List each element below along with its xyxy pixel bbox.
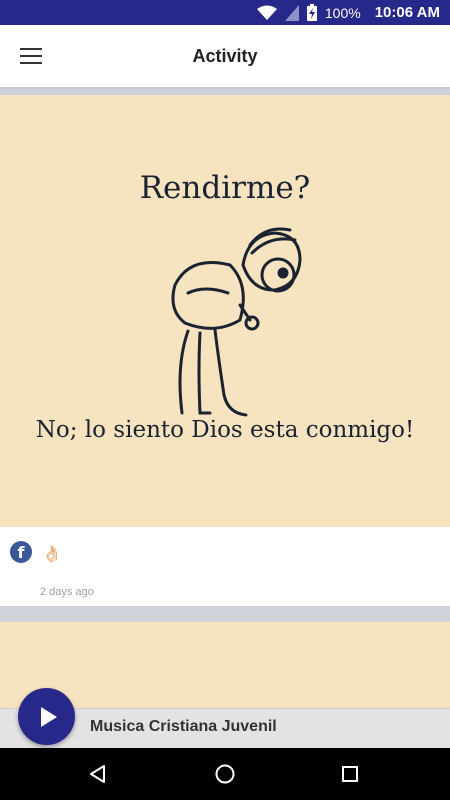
- image-caption-top: Rendirme?: [139, 170, 311, 206]
- status-icons: 100% 10:06 AM: [256, 0, 440, 25]
- post-image[interactable]: Rendirme? No; lo siento Dios esta conmig…: [0, 95, 450, 527]
- menu-icon[interactable]: [20, 46, 42, 66]
- app-bar: Activity: [0, 25, 450, 87]
- status-bar: 100% 10:06 AM: [0, 0, 450, 25]
- wifi-icon: [256, 5, 277, 20]
- post-card[interactable]: f 👌🏻 2 days ago: [0, 527, 450, 606]
- play-icon: [41, 707, 57, 727]
- page-title: Activity: [192, 46, 258, 66]
- image-caption-bottom: No; lo siento Dios esta conmigo!: [35, 417, 415, 443]
- cartoon-figure-illustration: [171, 227, 302, 417]
- battery-charging-icon: [306, 4, 317, 21]
- back-icon[interactable]: [68, 748, 128, 800]
- signal-icon: [284, 4, 299, 21]
- recents-icon[interactable]: [320, 748, 380, 800]
- facebook-icon: f: [10, 541, 32, 563]
- post-timestamp: 2 days ago: [40, 586, 94, 598]
- home-icon[interactable]: [195, 748, 255, 800]
- battery-percent: 100%: [324, 4, 361, 21]
- clock: 10:06 AM: [374, 4, 440, 21]
- play-button[interactable]: [18, 688, 75, 745]
- post-emoji: 👌🏻: [42, 546, 62, 563]
- system-nav-bar: [0, 748, 450, 800]
- station-name: Musica Cristiana Juvenil: [90, 718, 277, 735]
